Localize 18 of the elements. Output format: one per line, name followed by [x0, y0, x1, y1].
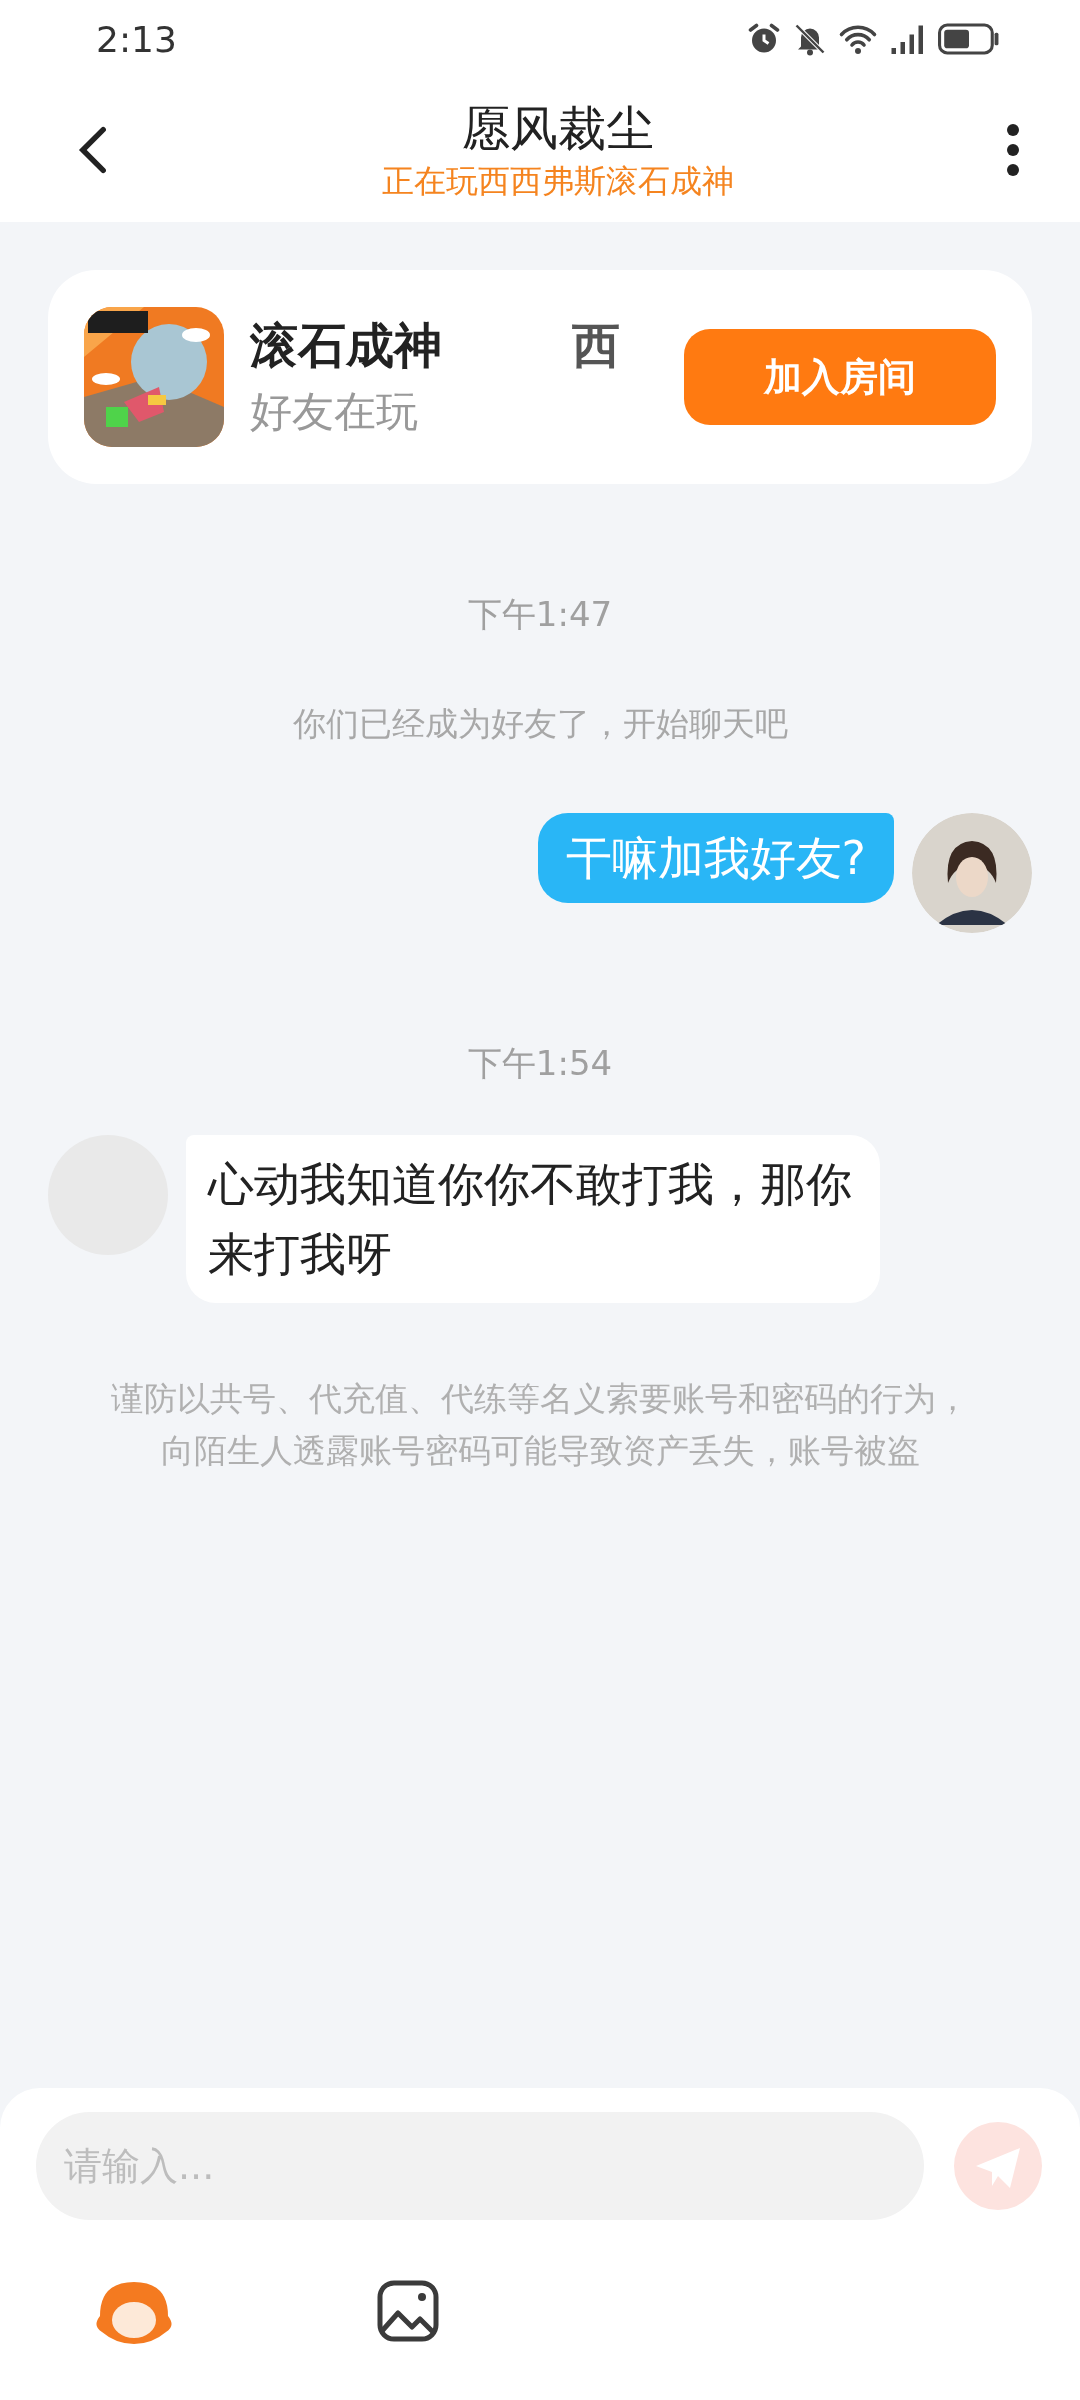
message-time: 下午1:47 — [467, 593, 613, 636]
message-bubble: 干嘛加我好友? — [537, 813, 894, 903]
muted-bell-icon — [792, 21, 828, 57]
more-icon[interactable] — [1006, 123, 1020, 177]
message-bubble: 心动我知道你你不敢打我，那你来打我呀 — [186, 1135, 880, 1303]
security-notice: 谨防以共号、代充值、代练等名义索要账号和密码的行为，向陌生人透露账号密码可能导致资产丢失，账号被盗 — [110, 1378, 970, 1472]
chat-title: 愿风裁尘 — [462, 99, 654, 158]
game-subtitle: 好友在玩 — [250, 386, 419, 438]
message-time: 下午1:54 — [467, 1042, 613, 1085]
game-title: 西 — [572, 316, 620, 375]
join-room-button[interactable]: 加入房间 — [684, 329, 996, 425]
system-message: 你们已经成为好友了，开始聊天吧 — [292, 703, 788, 745]
avatar[interactable] — [912, 813, 1032, 933]
battery-icon — [938, 21, 1000, 57]
playing-status: 正在玩西西弗斯滚石成神 — [382, 161, 734, 202]
image-icon[interactable] — [376, 2279, 440, 2343]
game-title: 滚石成神 — [250, 316, 442, 375]
status-time: 2:13 — [96, 18, 177, 60]
